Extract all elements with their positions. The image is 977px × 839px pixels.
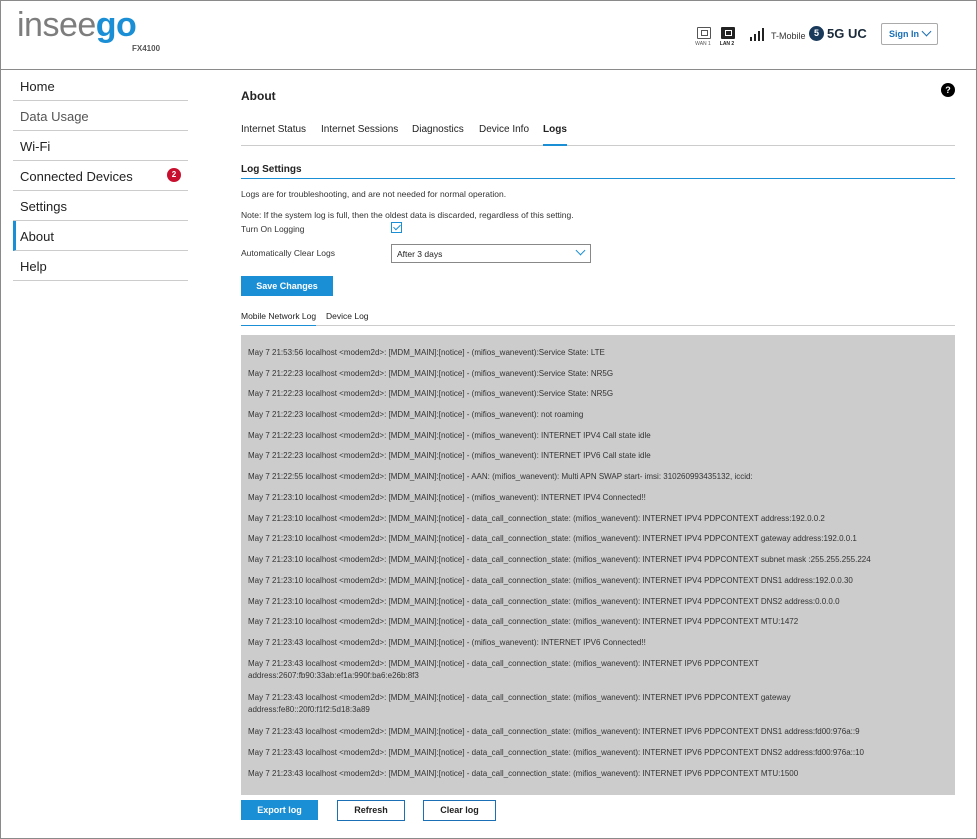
network-type-label: 5G UC	[827, 26, 867, 41]
logo-text-accent: go	[95, 6, 137, 44]
lan-port-icon: LAN 2	[719, 27, 737, 47]
log-line: May 7 21:22:23 localhost <modem2d>: [MDM…	[248, 451, 651, 460]
log-line: May 7 21:23:10 localhost <modem2d>: [MDM…	[248, 576, 853, 585]
log-line: May 7 21:22:23 localhost <modem2d>: [MDM…	[248, 431, 651, 440]
sidebar-item-wifi[interactable]: Wi-Fi	[13, 131, 188, 161]
sign-in-button[interactable]: Sign In	[881, 23, 938, 45]
tab-internet-sessions[interactable]: Internet Sessions	[321, 124, 398, 146]
log-line: May 7 21:22:23 localhost <modem2d>: [MDM…	[248, 389, 614, 398]
sidebar-item-home[interactable]: Home	[13, 71, 188, 101]
log-line: May 7 21:23:10 localhost <modem2d>: [MDM…	[248, 555, 871, 564]
clear-log-button[interactable]: Clear log	[423, 800, 496, 821]
wan-port-icon: WAN 1	[695, 27, 713, 47]
sidebar-item-help[interactable]: Help	[13, 251, 188, 281]
sidebar-item-label: Data Usage	[20, 109, 89, 124]
tab-diagnostics[interactable]: Diagnostics	[412, 124, 464, 146]
signal-strength-icon	[750, 27, 768, 41]
log-line: May 7 21:23:43 localhost <modem2d>: [MDM…	[248, 638, 646, 647]
section-divider	[241, 178, 955, 179]
turn-on-logging-label: Turn On Logging	[241, 224, 305, 234]
sidebar-item-label: Connected Devices	[20, 169, 133, 184]
log-line: May 7 21:23:10 localhost <modem2d>: [MDM…	[248, 493, 646, 502]
log-type-tabs: Mobile Network Log Device Log	[241, 309, 955, 326]
log-line: May 7 21:23:43 localhost <modem2d>: [MDM…	[248, 693, 791, 714]
carrier-name: T-Mobile	[771, 31, 806, 41]
sidebar-item-settings[interactable]: Settings	[13, 191, 188, 221]
log-line: May 7 21:22:23 localhost <modem2d>: [MDM…	[248, 410, 584, 419]
log-line: May 7 21:23:10 localhost <modem2d>: [MDM…	[248, 514, 825, 523]
logo-text-main: insee	[17, 6, 96, 44]
auto-clear-logs-select[interactable]: After 3 days	[391, 244, 591, 263]
sign-in-label: Sign In	[889, 29, 919, 39]
log-line: May 7 21:22:55 localhost <modem2d>: [MDM…	[248, 472, 753, 481]
log-line: May 7 21:23:43 localhost <modem2d>: [MDM…	[248, 748, 864, 757]
lan-port-label: LAN 2	[719, 41, 735, 47]
export-log-button[interactable]: Export log	[241, 800, 318, 820]
sidebar-item-label: Help	[20, 259, 47, 274]
turn-on-logging-checkbox[interactable]	[391, 222, 402, 233]
sidebar-item-label: Home	[20, 79, 55, 94]
section-title: Log Settings	[241, 164, 302, 175]
log-line: May 7 21:23:10 localhost <modem2d>: [MDM…	[248, 534, 857, 543]
auto-clear-logs-label: Automatically Clear Logs	[241, 248, 336, 258]
log-line: May 7 21:23:43 localhost <modem2d>: [MDM…	[248, 659, 759, 680]
tab-internet-status[interactable]: Internet Status	[241, 124, 306, 146]
log-line: May 7 21:53:56 localhost <modem2d>: [MDM…	[248, 348, 605, 357]
connected-devices-count-badge: 2	[167, 168, 181, 182]
log-line: May 7 21:23:43 localhost <modem2d>: [MDM…	[248, 769, 799, 778]
header: inseego FX4100 WAN 1 LAN 2 T-Mobile 5 5G…	[0, 0, 977, 70]
sidebar-nav: Home Data Usage Wi-Fi Connected Devices …	[13, 71, 188, 281]
5g-icon: 5	[809, 26, 824, 41]
page-title: About	[241, 89, 276, 103]
wan-port-label: WAN 1	[695, 41, 711, 47]
tab-logs[interactable]: Logs	[543, 124, 567, 146]
sidebar-item-connected-devices[interactable]: Connected Devices 2	[13, 161, 188, 191]
log-line: May 7 21:23:10 localhost <modem2d>: [MDM…	[248, 617, 799, 626]
log-line: May 7 21:23:43 localhost <modem2d>: [MDM…	[248, 727, 860, 736]
chevron-down-icon	[921, 26, 932, 37]
brand-logo[interactable]: inseego	[17, 6, 137, 45]
sidebar-item-about[interactable]: About	[13, 221, 188, 251]
log-line: May 7 21:22:23 localhost <modem2d>: [MDM…	[248, 369, 614, 378]
refresh-button[interactable]: Refresh	[337, 800, 405, 821]
sidebar-item-data-usage[interactable]: Data Usage	[13, 101, 188, 131]
device-model: FX4100	[132, 44, 161, 53]
save-changes-button[interactable]: Save Changes	[241, 276, 333, 296]
log-line: May 7 21:23:10 localhost <modem2d>: [MDM…	[248, 597, 840, 606]
tab-mobile-network-log[interactable]: Mobile Network Log	[241, 311, 317, 326]
chevron-down-icon	[575, 245, 586, 256]
help-icon[interactable]: ?	[941, 83, 955, 97]
logs-info-text: Logs are for troubleshooting, and are no…	[241, 189, 507, 199]
tab-device-log[interactable]: Device Log	[326, 311, 369, 326]
about-tabs: Internet Status Internet Sessions Diagno…	[241, 124, 955, 146]
auto-clear-logs-value: After 3 days	[397, 249, 443, 259]
tab-device-info[interactable]: Device Info	[479, 124, 529, 146]
sidebar-item-label: Settings	[20, 199, 67, 214]
logs-full-note: Note: If the system log is full, then th…	[241, 210, 574, 220]
log-output-panel[interactable]: May 7 21:53:56 localhost <modem2d>: [MDM…	[241, 335, 955, 795]
sidebar-item-label: Wi-Fi	[20, 139, 51, 154]
sidebar-item-label: About	[20, 229, 54, 244]
